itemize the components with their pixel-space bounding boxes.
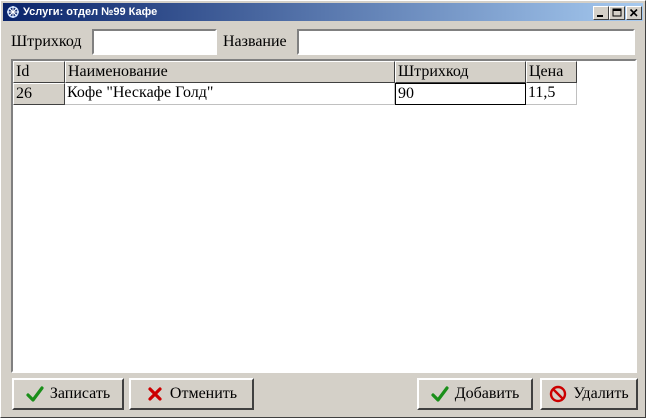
barcode-filter-input[interactable] (92, 29, 217, 55)
delete-button-label: Удалить (573, 385, 629, 402)
delete-button[interactable]: Удалить (540, 378, 638, 410)
add-button[interactable]: Добавить (417, 378, 533, 410)
save-button[interactable]: Записать (12, 378, 124, 410)
close-icon (629, 8, 638, 17)
minimize-button[interactable] (593, 6, 609, 20)
check-icon (431, 386, 449, 402)
cross-icon (148, 387, 162, 401)
cell-id[interactable]: 26 (13, 83, 65, 105)
cell-name[interactable]: Кофе "Нескафе Голд" (65, 83, 395, 105)
check-icon (26, 386, 44, 402)
maximize-icon (612, 8, 622, 17)
app-window: Услуги: отдел №99 Кафе Штрихкод Название… (0, 0, 646, 418)
save-button-label: Записать (49, 385, 111, 402)
cell-barcode[interactable]: 90 (395, 83, 526, 105)
add-button-label: Добавить (454, 385, 520, 402)
maximize-button[interactable] (609, 6, 625, 20)
title-bar[interactable]: Услуги: отдел №99 Кафе (3, 3, 643, 21)
name-filter-input[interactable] (297, 29, 635, 55)
cancel-button[interactable]: Отменить (129, 378, 254, 410)
window-title: Услуги: отдел №99 Кафе (23, 6, 158, 18)
no-entry-icon (550, 385, 567, 403)
cancel-button-label: Отменить (169, 385, 238, 402)
column-header-name[interactable]: Наименование (65, 61, 395, 83)
column-header-price[interactable]: Цена (526, 61, 577, 83)
cell-price[interactable]: 11,5 (526, 83, 577, 105)
column-header-barcode[interactable]: Штрихкод (395, 61, 526, 83)
close-button[interactable] (626, 6, 642, 20)
app-icon (6, 5, 20, 19)
services-grid[interactable]: Id Наименование Штрихкод Цена 26 Кофе "Н… (11, 59, 637, 373)
name-label: Название (223, 33, 287, 50)
barcode-label: Штрихкод (11, 33, 82, 50)
column-header-id[interactable]: Id (13, 61, 65, 83)
minimize-icon (597, 15, 603, 17)
